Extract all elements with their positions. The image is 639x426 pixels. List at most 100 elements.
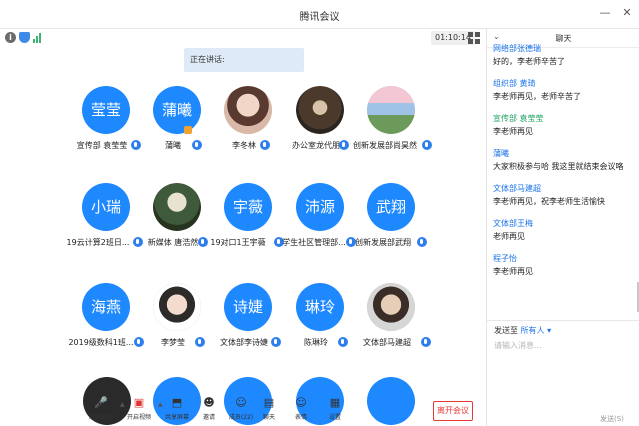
members-icon: ☺ — [235, 396, 247, 409]
participant-tile[interactable]: 文体部马建超 — [357, 283, 431, 373]
participant-name: 创新发展部武翔 — [355, 238, 411, 247]
members-button[interactable]: ☺ 成员(22) — [226, 396, 256, 421]
participant-tile[interactable]: 蒲曦 蒲曦 — [143, 86, 215, 176]
send-to-selector[interactable]: 发送至 所有人 ▾ — [494, 325, 551, 336]
participant-tile[interactable]: 宇薇 19对口1王宇薇 — [210, 183, 286, 273]
participant-name: 文体部李诗婕 — [220, 338, 268, 347]
message-text: 好的，李老师辛苦了 — [493, 57, 565, 66]
grid-layout-icon[interactable] — [468, 32, 480, 44]
members-label: 成员(22) — [228, 414, 254, 421]
chat-message: 蒲曦 大家积极参与哈 我这里就结束会议咯 — [487, 147, 637, 182]
chat-messages[interactable]: 网络部张德瑞 好的，李老师辛苦了 组织部 黄琦 李老师再见，老师辛苦了 宣传部 … — [487, 42, 637, 342]
avatar — [296, 86, 344, 134]
participant-name: 学生社区管理部... — [282, 238, 346, 247]
avatar — [153, 283, 201, 331]
title-bar: 腾讯会议 — ✕ — [0, 0, 639, 29]
close-icon[interactable]: ✕ — [620, 6, 634, 19]
avatar: 琳玲 — [296, 283, 344, 331]
share-label: 共享屏幕 — [164, 414, 189, 421]
participant-name: 19云计算2班日... — [66, 238, 130, 247]
avatar: 莹莹 — [82, 86, 130, 134]
mic-off-icon: 🎤 — [94, 396, 108, 409]
participant-tile[interactable]: 武翔 创新发展部武翔 — [355, 183, 429, 273]
invite-button[interactable]: ☻ 邀请 — [194, 396, 224, 421]
participant-name: 宣传部 袁莹莹 — [76, 141, 128, 150]
shield-icon[interactable] — [19, 32, 30, 43]
mic-icon — [192, 140, 202, 150]
mic-icon — [195, 337, 205, 347]
send-to-target[interactable]: 所有人 — [521, 326, 545, 335]
settings-button[interactable]: ▦ 设置 — [320, 396, 350, 421]
mic-icon — [422, 140, 432, 150]
mute-label: 解除静音 — [88, 414, 113, 421]
participant-name: 2019级数科1班... — [68, 338, 134, 347]
leave-meeting-button[interactable]: 离开会议 — [433, 401, 473, 421]
share-screen-button[interactable]: ⬒ 共享屏幕 — [162, 396, 192, 421]
reactions-button[interactable]: ☺ 表情 — [286, 396, 316, 421]
participant-tile[interactable]: 海燕 2019级数科1班... — [68, 283, 144, 373]
mic-icon — [338, 337, 348, 347]
avatar: 海燕 — [82, 283, 130, 331]
avatar — [153, 183, 201, 231]
speaking-indicator: 正在讲话: — [184, 48, 304, 72]
minimize-icon[interactable]: — — [598, 6, 612, 19]
message-sender: 文体部王梅 — [493, 219, 533, 228]
participant-tile[interactable]: 诗婕 文体部李诗婕 — [214, 283, 286, 373]
invite-user-icon: ☻ — [203, 396, 215, 409]
participant-tile[interactable]: 莹莹 宣传部 袁莹莹 — [72, 86, 144, 176]
participant-tile[interactable]: 李梦莹 — [143, 283, 215, 373]
signal-icon[interactable] — [33, 32, 43, 43]
message-sender: 组织部 黄琦 — [493, 79, 536, 88]
chat-panel: ⌄ 聊天 网络部张德瑞 好的，李老师辛苦了 组织部 黄琦 李老师再见，老师辛苦了… — [486, 29, 639, 426]
video-off-icon: ▣ — [133, 396, 145, 409]
participant-tile[interactable]: 沛源 学生社区管理部... — [282, 183, 358, 273]
avatar — [224, 86, 272, 134]
chat-message: 程子怡 李老师再见 — [487, 252, 637, 287]
chat-message: 文体部王梅 老师再见 — [487, 217, 637, 252]
share-screen-icon: ⬒ — [171, 396, 183, 409]
mic-icon — [260, 140, 270, 150]
participant-name: 文体部马建超 — [363, 338, 411, 347]
smile-icon: ☺ — [295, 396, 307, 409]
video-area: i 01:10:14 正在讲话: 莹莹 宣传部 袁莹莹 蒲曦 蒲曦 李冬林 办公… — [0, 29, 486, 426]
message-text: 李老师再见，祝李老师生活愉快 — [493, 197, 605, 206]
status-bar: i 01:10:14 — [0, 29, 486, 47]
avatar: 沛源 — [296, 183, 344, 231]
message-text: 老师再见 — [493, 232, 525, 241]
avatar: 武翔 — [367, 183, 415, 231]
chat-message: 宣传部 袁莹莹 李老师再见 — [487, 112, 637, 147]
participant-tile[interactable]: 李冬林 — [214, 86, 286, 176]
avatar: 蒲曦 — [153, 86, 201, 134]
avatar: 小瑞 — [82, 183, 130, 231]
message-sender: 蒲曦 — [493, 149, 509, 158]
avatar: 宇薇 — [224, 183, 272, 231]
chevron-down-icon[interactable]: ▾ — [547, 326, 551, 335]
mute-button[interactable]: 🎤 解除静音 — [86, 396, 116, 421]
message-text: 大家积极参与哈 我这里就结束会议咯 — [493, 162, 624, 171]
video-button[interactable]: ▣ 开启视频 — [124, 396, 154, 421]
mic-icon — [421, 337, 431, 347]
chat-message: 组织部 黄琦 李老师再见，老师辛苦了 — [487, 77, 637, 112]
window-title: 腾讯会议 — [299, 12, 340, 23]
message-text: 李老师再见 — [493, 127, 533, 136]
participant-tile[interactable]: 办公室龙代朋 — [286, 86, 358, 176]
raised-hand-icon — [184, 126, 192, 134]
participant-name: 创新发展部尚昊然 — [353, 141, 417, 150]
settings-label: 设置 — [328, 414, 341, 421]
chat-button[interactable]: ▤ 聊天 — [254, 396, 284, 421]
chat-message: 文体部马建超 李老师再见，祝李老师生活愉快 — [487, 182, 637, 217]
chat-divider — [487, 320, 639, 321]
chat-message-input[interactable] — [494, 341, 632, 350]
participant-tile[interactable]: 创新发展部尚昊然 — [353, 86, 432, 176]
message-text: 李老师再见 — [493, 267, 533, 276]
send-button[interactable]: 发送(S) — [600, 414, 624, 424]
info-icon[interactable]: i — [5, 32, 16, 43]
message-sender: 程子怡 — [493, 254, 517, 263]
participant-name: 19对口1王宇薇 — [210, 238, 266, 247]
participant-tile[interactable]: 小瑞 19云计算2班日... — [67, 183, 144, 273]
chat-label: 聊天 — [262, 414, 275, 421]
participant-tile[interactable]: 琳玲 陈琳玲 — [286, 283, 358, 373]
send-to-prefix: 发送至 — [494, 326, 518, 335]
participant-tile[interactable]: 新媒体 唐浩然 — [143, 183, 215, 273]
avatar — [367, 86, 415, 134]
